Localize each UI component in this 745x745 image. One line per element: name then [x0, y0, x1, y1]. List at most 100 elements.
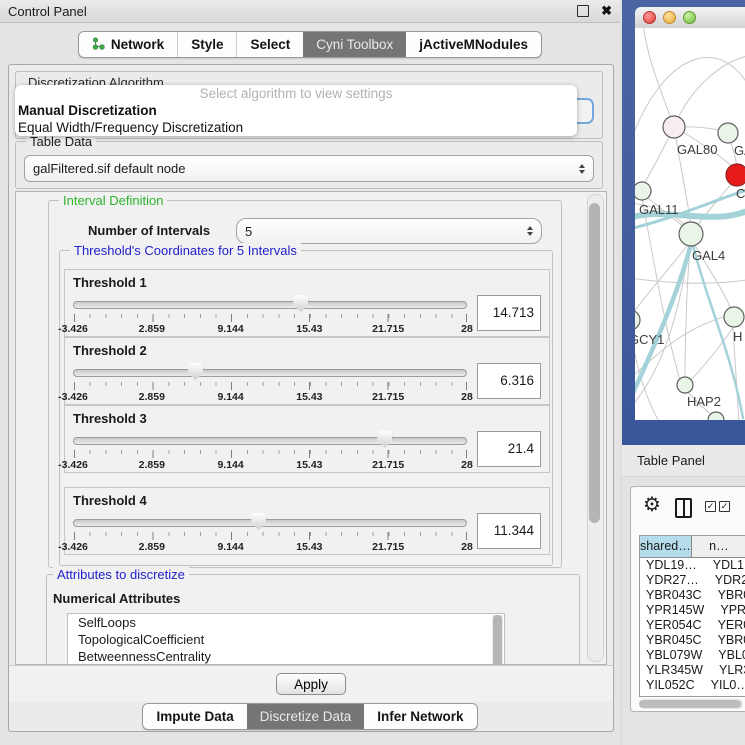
tab-jactivemnodules[interactable]: jActiveMNodules — [406, 32, 541, 57]
checkbox-icon[interactable]: ✓ — [719, 501, 730, 512]
cell-shared-name: YBR043C — [640, 588, 702, 603]
table-row[interactable]: YBR045C YBR0… — [640, 633, 745, 648]
threshold-4-panel: Threshold 4 -3.426 2.859 — [64, 487, 550, 555]
zoom-traffic-light[interactable] — [683, 11, 696, 24]
columns-icon[interactable] — [675, 498, 692, 518]
slider-track[interactable] — [73, 519, 467, 527]
table-toolbar: ⚙ ✓ ✓ — [631, 487, 745, 531]
tab-infer-network[interactable]: Infer Network — [364, 704, 476, 729]
dropdown-option-equal-width-frequency[interactable]: Equal Width/Frequency Discretization — [15, 119, 577, 136]
network-window-titlebar — [635, 7, 745, 29]
bottom-tab-row: Impute Data Discretize Data Infer Networ… — [0, 703, 620, 730]
float-window-icon[interactable] — [577, 5, 589, 17]
table-hscrollbar-thumb[interactable] — [639, 700, 741, 708]
tab-discretize-data[interactable]: Discretize Data — [247, 704, 365, 729]
table-horizontal-scrollbar[interactable] — [639, 699, 743, 709]
gear-icon[interactable]: ⚙ — [643, 493, 661, 517]
node-h[interactable] — [724, 307, 744, 327]
checkbox-icon[interactable]: ✓ — [705, 501, 716, 512]
cell-shared-name: YER054C — [640, 618, 702, 633]
tick-label: 15.43 — [296, 459, 322, 471]
threshold-3-label: Threshold 3 — [73, 411, 549, 426]
settings-scrollbar-thumb[interactable] — [589, 203, 600, 523]
threshold-4-slider-thumb[interactable] — [251, 513, 266, 530]
tab-impute-data[interactable]: Impute Data — [143, 704, 246, 729]
table-row[interactable]: YDR27… YDR2… — [640, 573, 745, 588]
threshold-1-value-field[interactable]: 14.713 — [477, 295, 541, 331]
node-hap2[interactable] — [677, 377, 693, 393]
network-graph: GAL80 GA C GAL11 GAL4 GCY1 H HAP2 — [635, 28, 745, 420]
cell-name: YBL0… — [702, 648, 745, 663]
table-row[interactable]: YER054C YER0… — [640, 618, 745, 633]
table-row[interactable]: YBR043C YBR0… — [640, 588, 745, 603]
table-header-row: shared… n… — [640, 536, 745, 558]
attribute-item-selfloops[interactable]: SelfLoops — [68, 614, 504, 631]
slider-track[interactable] — [73, 301, 467, 309]
interval-definition-group: Interval Definition Number of Intervals … — [48, 200, 562, 568]
tick-label: -3.426 — [58, 459, 88, 471]
apply-bar: Apply — [9, 665, 613, 702]
minimize-traffic-light[interactable] — [663, 11, 676, 24]
attribute-item-betweennesscentrality[interactable]: BetweennessCentrality — [68, 648, 504, 665]
tick-label: -3.426 — [58, 391, 88, 403]
close-traffic-light[interactable] — [643, 11, 656, 24]
tick-label: 15.43 — [296, 323, 322, 335]
tab-style[interactable]: Style — [177, 32, 236, 57]
tab-network-label: Network — [111, 37, 164, 52]
tick-label: 15.43 — [296, 541, 322, 553]
cell-shared-name: YDL19… — [640, 558, 697, 573]
node-unlabeled-topright[interactable] — [718, 123, 738, 143]
table-row[interactable]: YIL052C YIL0… — [640, 678, 745, 693]
tab-select[interactable]: Select — [236, 32, 303, 57]
threshold-4-slider[interactable]: -3.426 2.859 9.144 15.43 21.715 28 — [73, 511, 467, 553]
number-of-intervals-combobox[interactable]: 5 — [236, 218, 542, 244]
tab-cyni-toolbox[interactable]: Cyni Toolbox — [303, 32, 406, 57]
threshold-3-slider-thumb[interactable] — [377, 431, 392, 448]
cell-name: YBR0… — [702, 633, 745, 648]
tick-label: 9.144 — [217, 391, 243, 403]
table-row[interactable]: YBL079W YBL0… — [640, 648, 745, 663]
network-canvas[interactable]: GAL80 GA C GAL11 GAL4 GCY1 H HAP2 — [635, 28, 745, 420]
threshold-4-value-field[interactable]: 11.344 — [477, 513, 541, 549]
table-row[interactable]: YLR345W YLR3… — [640, 663, 745, 678]
slider-track[interactable] — [73, 369, 467, 377]
slider-major-ticks — [74, 532, 467, 540]
tick-label: 2.859 — [139, 323, 165, 335]
cell-name: YPR1… — [704, 603, 745, 618]
threshold-2-slider[interactable]: -3.426 2.859 9.144 15.43 21.715 28 — [73, 361, 467, 403]
tick-label: 28 — [461, 391, 473, 403]
slider-tick-labels: -3.426 2.859 9.144 15.43 21.715 28 — [73, 323, 467, 335]
node-gal4[interactable] — [679, 222, 703, 246]
apply-button[interactable]: Apply — [276, 673, 346, 695]
settings-vertical-scrollbar[interactable] — [587, 194, 604, 662]
node-red-selected[interactable] — [726, 164, 745, 186]
tab-network[interactable]: Network — [79, 32, 177, 57]
tick-label: 28 — [461, 459, 473, 471]
threshold-2-panel: Threshold 2 -3.426 2.859 — [64, 337, 550, 405]
attribute-item-topologicalcoefficient[interactable]: TopologicalCoefficient — [68, 631, 504, 648]
threshold-3-value-field[interactable]: 21.4 — [477, 431, 541, 467]
slider-track[interactable] — [73, 437, 467, 445]
table-data-combobox[interactable]: galFiltered.sif default node — [24, 155, 594, 182]
table-row[interactable]: YPR145W YPR1… — [640, 603, 745, 618]
column-header-name[interactable]: n… — [692, 536, 745, 557]
close-icon[interactable]: ✖ — [601, 6, 612, 16]
attributes-scrollbar[interactable] — [492, 615, 503, 665]
threshold-1-slider-thumb[interactable] — [293, 295, 308, 312]
node-label-c: C — [736, 186, 745, 201]
slider-tick-labels: -3.426 2.859 9.144 15.43 21.715 28 — [73, 459, 467, 471]
node-gcy1[interactable] — [635, 310, 640, 330]
column-header-shared-name[interactable]: shared… — [640, 536, 692, 557]
algorithm-dropdown-popup: Select algorithm to view settings Manual… — [15, 85, 577, 136]
table-row[interactable]: YDL19… YDL1… — [640, 558, 745, 573]
threshold-2-slider-thumb[interactable] — [188, 363, 203, 380]
threshold-2-value-field[interactable]: 6.316 — [477, 363, 541, 399]
tick-label: 21.715 — [372, 459, 404, 471]
node-gal80[interactable] — [663, 116, 685, 138]
tick-label: 2.859 — [139, 459, 165, 471]
dropdown-option-manual-discretization[interactable]: Manual Discretization — [15, 102, 577, 119]
threshold-3-slider[interactable]: -3.426 2.859 9.144 15.43 21.715 28 — [73, 429, 467, 471]
tick-label: 2.859 — [139, 541, 165, 553]
threshold-1-slider[interactable]: -3.426 2.859 9.144 15.43 21.715 28 — [73, 293, 467, 335]
node-gal11[interactable] — [635, 182, 651, 200]
